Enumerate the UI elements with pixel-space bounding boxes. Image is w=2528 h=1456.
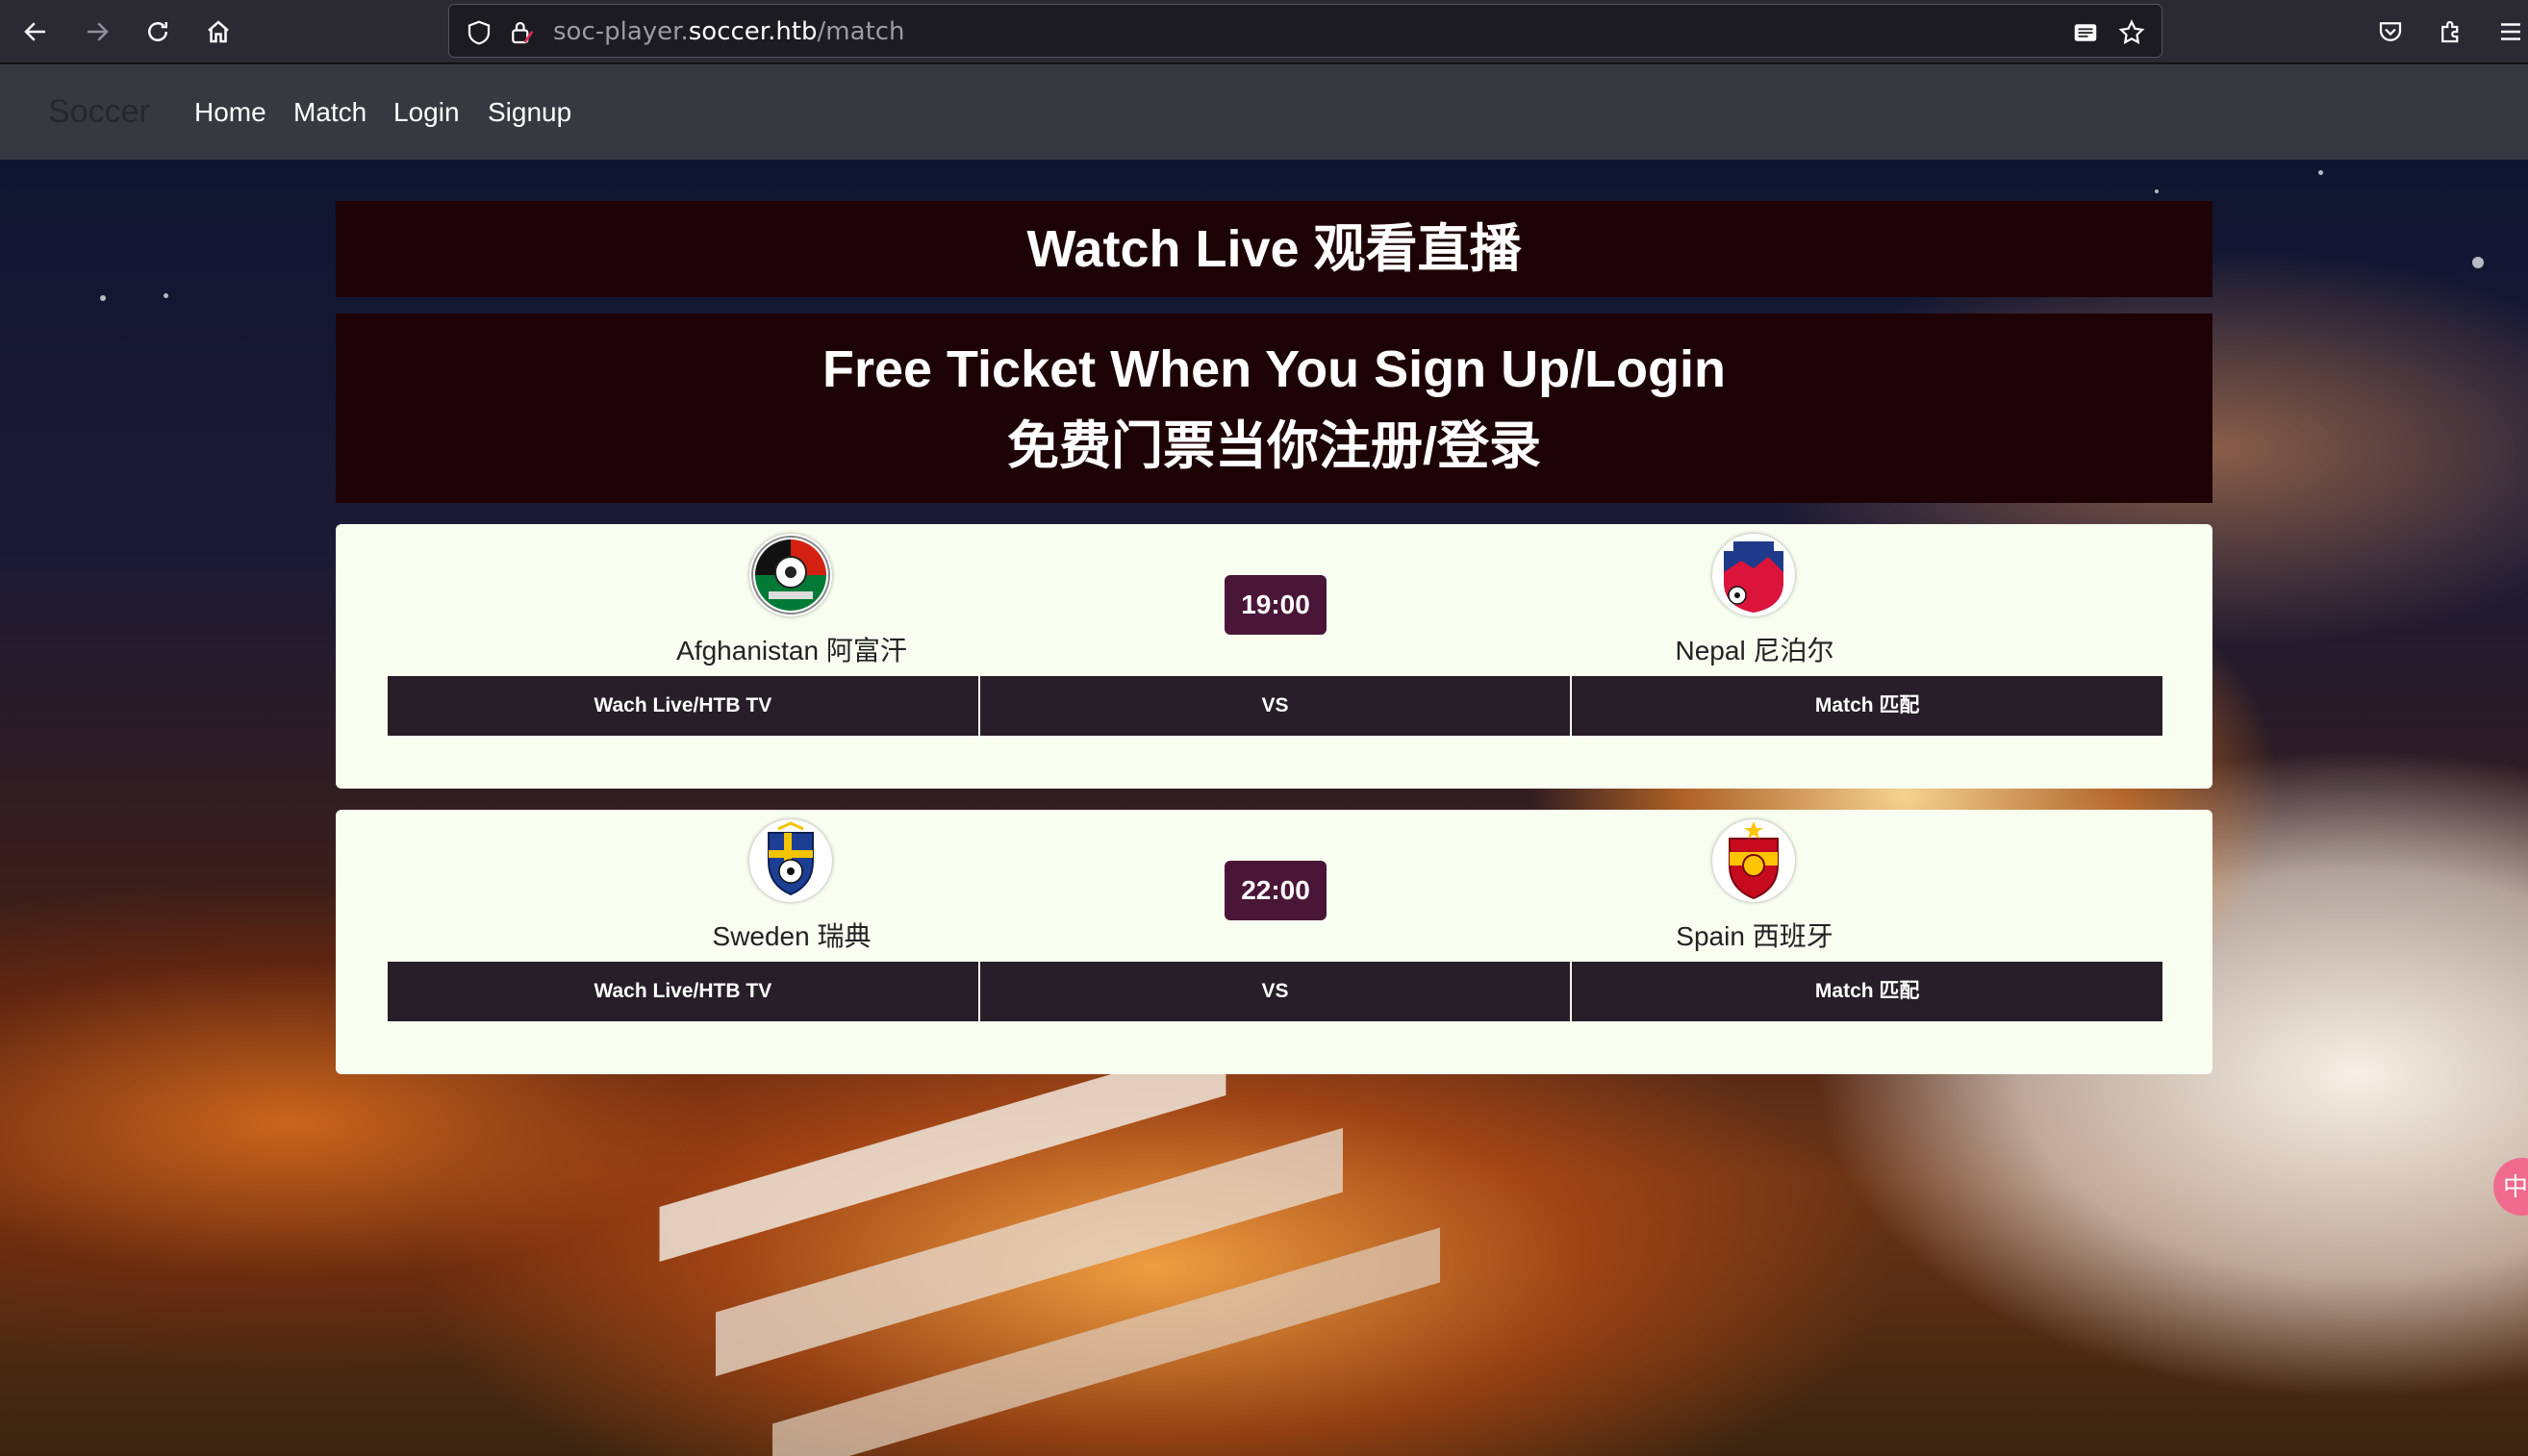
match-actions: Wach Live/HTB TV VS Match 匹配 bbox=[388, 676, 2163, 736]
background-decoration bbox=[772, 1227, 1440, 1456]
reader-view-icon[interactable] bbox=[2071, 18, 2100, 47]
browser-toolbar: soc-player.soccer.htb/match bbox=[0, 0, 2528, 63]
spain-crest-icon bbox=[1712, 819, 1795, 902]
match-card: Afghanistan 阿富汗 19:00 Nepal 尼泊尔 Wach Liv… bbox=[336, 524, 2212, 789]
background-spark bbox=[2472, 257, 2484, 268]
url-bar[interactable]: soc-player.soccer.htb/match bbox=[448, 4, 2162, 58]
watch-live-button[interactable]: Wach Live/HTB TV bbox=[388, 676, 980, 736]
nav-link-signup[interactable]: Signup bbox=[488, 64, 571, 160]
lock-icon[interactable] bbox=[507, 18, 536, 47]
sweden-crest-icon bbox=[749, 819, 832, 902]
vs-button[interactable]: VS bbox=[979, 676, 1573, 736]
url-text: soc-player.soccer.htb/match bbox=[553, 17, 905, 46]
home-team-name: Afghanistan 阿富汗 bbox=[676, 636, 907, 665]
match-button[interactable]: Match 匹配 bbox=[1572, 962, 2163, 1021]
star-icon[interactable] bbox=[2117, 18, 2146, 47]
home-team-name: Sweden 瑞典 bbox=[712, 921, 872, 951]
match-card: Sweden 瑞典 22:00 Spain 西班牙 Wach Live/HTB … bbox=[336, 810, 2212, 1074]
watch-live-banner: Watch Live 观看直播 bbox=[336, 201, 2212, 297]
nepal-crest-icon bbox=[1712, 534, 1795, 616]
vs-button[interactable]: VS bbox=[979, 962, 1573, 1021]
nav-link-login[interactable]: Login bbox=[393, 64, 460, 160]
match-time-badge: 19:00 bbox=[1225, 575, 1327, 635]
away-team-name: Spain 西班牙 bbox=[1676, 921, 1833, 951]
pocket-icon[interactable] bbox=[2371, 13, 2410, 51]
brand-logo[interactable]: Soccer bbox=[48, 64, 150, 160]
back-arrow-icon[interactable] bbox=[16, 13, 55, 51]
shield-icon[interactable] bbox=[465, 18, 493, 47]
free-ticket-heading-zh: 免费门票当你注册/登录 bbox=[1006, 417, 1541, 475]
nav-link-home[interactable]: Home bbox=[194, 64, 266, 160]
floating-widget-icon[interactable]: 中 bbox=[2493, 1158, 2528, 1216]
hamburger-menu-icon[interactable] bbox=[2491, 13, 2528, 51]
free-ticket-heading-en: Free Ticket When You Sign Up/Login bbox=[822, 340, 1727, 398]
background-spark bbox=[2318, 170, 2323, 175]
match-actions: Wach Live/HTB TV VS Match 匹配 bbox=[388, 962, 2163, 1021]
background-spark bbox=[164, 293, 168, 298]
away-team-name: Nepal 尼泊尔 bbox=[1675, 636, 1834, 665]
puzzle-icon[interactable] bbox=[2432, 13, 2470, 51]
match-time-badge: 22:00 bbox=[1225, 861, 1327, 920]
watch-live-heading: Watch Live 观看直播 bbox=[1026, 220, 1522, 278]
home-icon[interactable] bbox=[199, 13, 238, 51]
afghanistan-crest-icon bbox=[749, 534, 832, 616]
watch-live-button[interactable]: Wach Live/HTB TV bbox=[388, 962, 980, 1021]
match-button[interactable]: Match 匹配 bbox=[1572, 676, 2163, 736]
free-ticket-banner: Free Ticket When You Sign Up/Login 免费门票当… bbox=[336, 314, 2212, 503]
site-navbar: Soccer Home Match Login Signup bbox=[0, 64, 2528, 160]
nav-link-match[interactable]: Match bbox=[293, 64, 367, 160]
background-spark bbox=[2155, 189, 2159, 193]
page-background: Soccer Home Match Login Signup Watch Liv… bbox=[0, 64, 2528, 1456]
background-spark bbox=[100, 295, 106, 301]
forward-arrow-icon[interactable] bbox=[78, 13, 116, 51]
reload-icon[interactable] bbox=[139, 13, 177, 51]
